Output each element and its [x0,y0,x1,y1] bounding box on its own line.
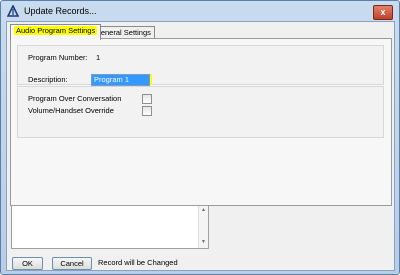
update-records-dialog: Update Records... x Audio Program Settin… [0,0,400,275]
tab-panel: Program Number: 1 Description: Program 1… [10,38,392,206]
program-group: Program Number: 1 Description: Program 1 [17,45,384,86]
tab-label: Audio Program Settings [14,26,98,35]
ok-button[interactable]: OK [12,257,43,270]
over-conversation-label: Program Over Conversation [28,94,122,103]
description-input[interactable]: Program 1 [91,74,150,86]
close-button[interactable]: x [373,5,393,20]
scroll-up-icon[interactable]: ▲ [199,207,208,213]
program-number-value: 1 [96,53,101,62]
volume-override-label: Volume/Handset Override [28,106,114,115]
app-logo-icon [7,5,19,17]
tab-audio-program-settings[interactable]: Audio Program Settings [10,24,102,40]
volume-override-checkbox[interactable] [142,106,152,116]
status-text: Record will be Changed [98,258,178,267]
description-label: Description: [28,75,68,84]
program-number-label: Program Number: [28,53,88,62]
window-title: Update Records... [24,6,97,16]
options-group: Program Over Conversation Volume/Handset… [17,86,384,138]
tab-label: General Settings [95,28,151,37]
dialog-body: Audio Program Settings General Settings … [6,21,395,271]
cancel-button[interactable]: Cancel [52,257,92,270]
notes-textarea[interactable]: ▲ ▼ [11,205,209,249]
over-conversation-checkbox[interactable] [142,94,152,104]
notes-scrollbar[interactable]: ▲ ▼ [198,206,208,248]
title-bar[interactable]: Update Records... x [2,2,398,21]
scroll-down-icon[interactable]: ▼ [199,239,208,245]
